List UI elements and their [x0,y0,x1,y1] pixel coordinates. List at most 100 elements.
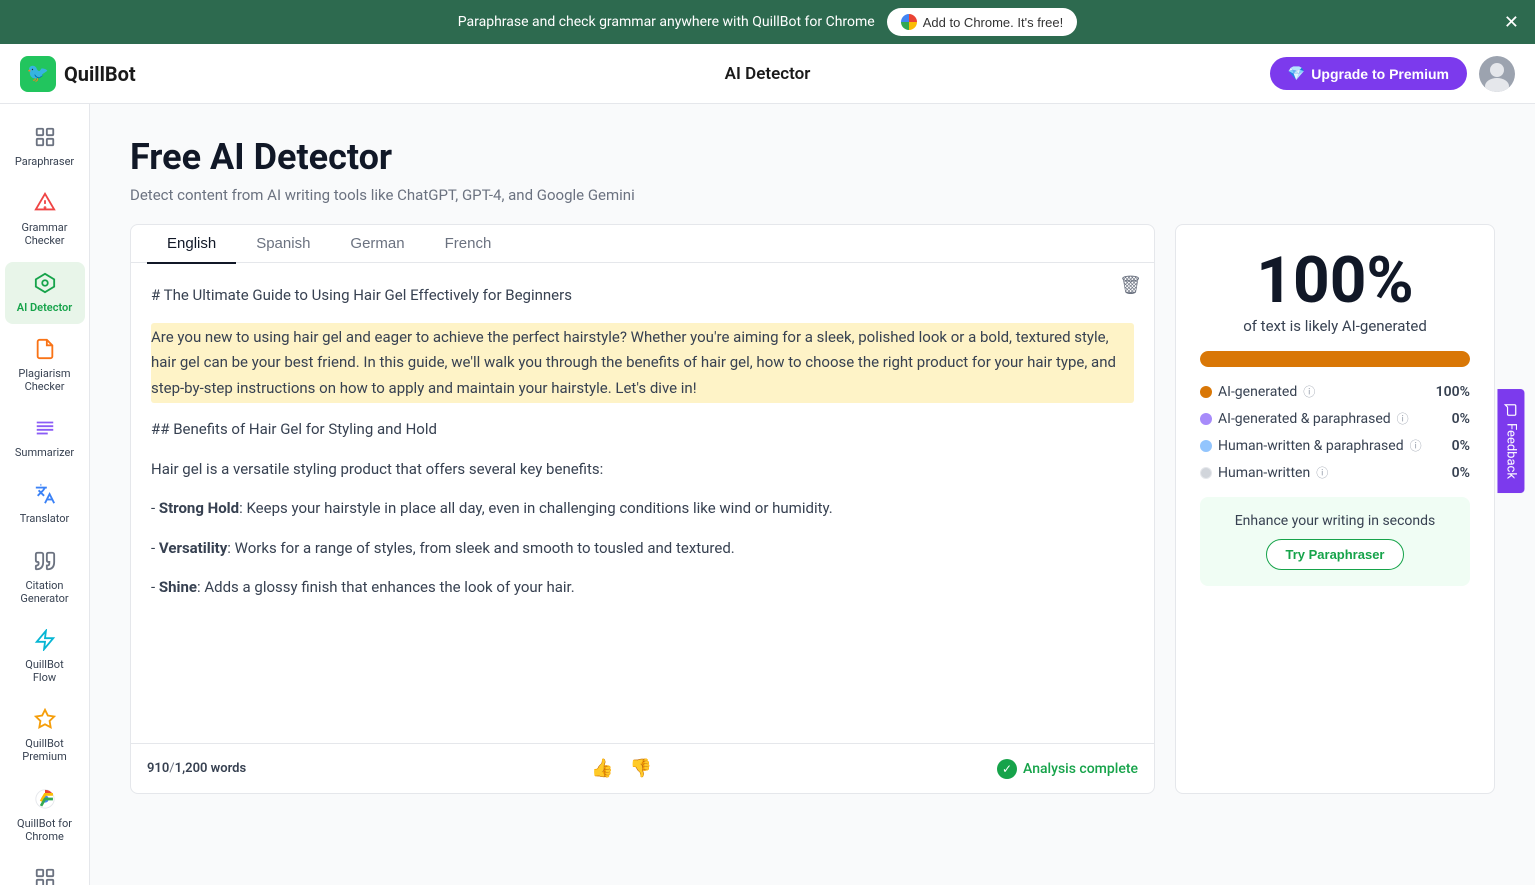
feedback-icon [1504,403,1518,417]
upgrade-button[interactable]: 💎 Upgrade to Premium [1270,57,1467,90]
logo[interactable]: 🐦 QuillBot [20,56,1270,92]
stat-human-written: Human-written ⓘ 0% [1200,464,1470,481]
sidebar-item-summarizer[interactable]: Summarizer [5,407,85,469]
editor-line-intro: Are you new to using hair gel and eager … [151,323,1134,404]
sidebar-item-label: QuillBot Flow [13,658,77,684]
banner-text: Paraphrase and check grammar anywhere wi… [458,14,875,30]
logo-text: QuillBot [64,62,136,86]
ai-generated-dot [1200,386,1212,398]
banner-close-button[interactable]: ✕ [1504,12,1519,33]
header: 🐦 QuillBot AI Detector 💎 Upgrade to Prem… [0,44,1535,104]
sidebar: Paraphraser Grammar Checker AI Detector … [0,104,90,885]
stat-value-ai-generated: 100% [1436,384,1470,400]
big-percent: 100% [1200,249,1470,313]
word-count-label: words [211,761,247,776]
upgrade-label: Upgrade to Premium [1311,66,1449,82]
sidebar-item-citation-generator[interactable]: Citation Generator [5,540,85,615]
stat-ai-generated: AI-generated ⓘ 100% [1200,383,1470,400]
tab-editor-wrapper: English Spanish German French 🗑 # The Ul… [130,224,1155,794]
stats-list: AI-generated ⓘ 100% AI-generated & parap… [1200,383,1470,481]
flow-icon [34,629,56,654]
avatar[interactable] [1479,56,1515,92]
grammar-icon [34,192,56,217]
content-area: Free AI Detector Detect content from AI … [90,104,1535,885]
editor-line-shine: - Shine: Adds a glossy finish that enhan… [151,575,1134,601]
logo-icon: 🐦 [20,56,56,92]
header-title: AI Detector [725,64,811,84]
stat-info-ai-paraphrased[interactable]: ⓘ [1397,410,1409,427]
tab-french[interactable]: French [425,225,512,264]
editor-line-strong-hold: - Strong Hold: Keeps your hairstyle in p… [151,496,1134,522]
sidebar-item-label: Paraphraser [15,155,74,168]
sidebar-item-quillbot-premium[interactable]: QuillBot Premium [5,698,85,773]
sidebar-item-grammar-checker[interactable]: Grammar Checker [5,182,85,257]
sidebar-item-label: Citation Generator [13,579,77,605]
feedback-tab[interactable]: Feedback [1498,389,1525,493]
tab-english[interactable]: English [147,225,236,264]
word-count: 910/1,200 words [147,761,246,776]
sidebar-item-quillbot-chrome[interactable]: QuillBot for Chrome [5,778,85,853]
percentage-display: 100% of text is likely AI-generated [1200,249,1470,335]
apps-icon [34,867,56,885]
header-right: 💎 Upgrade to Premium [1270,56,1515,92]
stat-label-ai-paraphrased: AI-generated & paraphrased [1218,411,1391,427]
stat-value-ai-paraphrased: 0% [1452,411,1470,427]
thumbs-down-button[interactable]: 👎 [626,754,656,783]
editor-wrapper: 🗑 # The Ultimate Guide to Using Hair Gel… [131,263,1154,793]
tab-spanish[interactable]: Spanish [236,225,330,264]
sidebar-item-label: QuillBot for Chrome [13,817,77,843]
percent-label: of text is likely AI-generated [1200,317,1470,335]
add-chrome-button[interactable]: Add to Chrome. It's free! [887,8,1078,36]
plagiarism-icon [34,338,56,363]
stat-label-human-paraphrased: Human-written & paraphrased [1218,438,1404,454]
thumbs-up-button[interactable]: 👍 [587,754,617,783]
language-tab-bar: English Spanish German French [131,225,1154,263]
delete-button[interactable]: 🗑 [1115,271,1146,300]
stat-value-human-paraphrased: 0% [1452,438,1470,454]
premium-icon [34,708,56,733]
stat-info-human-paraphrased[interactable]: ⓘ [1410,437,1422,454]
try-paraphraser-button[interactable]: Try Paraphraser [1266,539,1403,570]
feedback-label: Feedback [1504,423,1519,479]
status-check-icon: ✓ [997,759,1017,779]
human-written-dot [1200,467,1212,479]
sidebar-item-label: QuillBot Premium [13,737,77,763]
translator-icon [34,483,56,508]
stat-label-human-written: Human-written [1218,465,1310,481]
sidebar-item-label: Summarizer [15,446,74,459]
top-banner: Paraphrase and check grammar anywhere wi… [0,0,1535,44]
results-panel: 100% of text is likely AI-generated AI-g… [1175,224,1495,794]
sidebar-item-label: Translator [20,512,70,525]
progress-bar-container [1200,351,1470,367]
page-title: Free AI Detector [130,136,1495,178]
ai-paraphrased-dot [1200,413,1212,425]
editor-footer: 910/1,200 words 👍 👎 ✓ Analysis complete [131,743,1154,793]
sidebar-item-translator[interactable]: Translator [5,473,85,535]
sidebar-item-label: Plagiarism Checker [13,367,77,393]
editor-content[interactable]: # The Ultimate Guide to Using Hair Gel E… [131,263,1154,743]
sidebar-item-paraphraser[interactable]: Paraphraser [5,116,85,178]
stat-value-human-written: 0% [1452,465,1470,481]
editor-line-benefits-intro: Hair gel is a versatile styling product … [151,457,1134,483]
summarizer-icon [34,417,56,442]
paraphraser-icon [34,126,56,151]
word-count-value: 910 [147,761,169,776]
chrome-sidebar-icon [34,788,56,813]
diamond-icon: 💎 [1288,65,1305,82]
ai-detector-icon [34,272,56,297]
sidebar-item-ai-detector[interactable]: AI Detector [5,262,85,324]
editor-line-versatility: - Versatility: Works for a range of styl… [151,536,1134,562]
editor-line-heading: # The Ultimate Guide to Using Hair Gel E… [151,283,1134,309]
editor-results-row: English Spanish German French 🗑 # The Ul… [130,224,1495,794]
tab-german[interactable]: German [330,225,424,264]
word-limit-value: 1,200 [175,761,208,776]
stat-info-human-written[interactable]: ⓘ [1316,464,1328,481]
stat-info-ai-generated[interactable]: ⓘ [1303,383,1315,400]
add-chrome-label: Add to Chrome. It's free! [923,15,1064,30]
main-layout: Paraphraser Grammar Checker AI Detector … [0,104,1535,885]
citation-icon [34,550,56,575]
page-subtitle: Detect content from AI writing tools lik… [130,186,1495,204]
enhance-box: Enhance your writing in seconds Try Para… [1200,497,1470,586]
sidebar-item-quillbot-flow[interactable]: QuillBot Flow [5,619,85,694]
sidebar-item-plagiarism-checker[interactable]: Plagiarism Checker [5,328,85,403]
